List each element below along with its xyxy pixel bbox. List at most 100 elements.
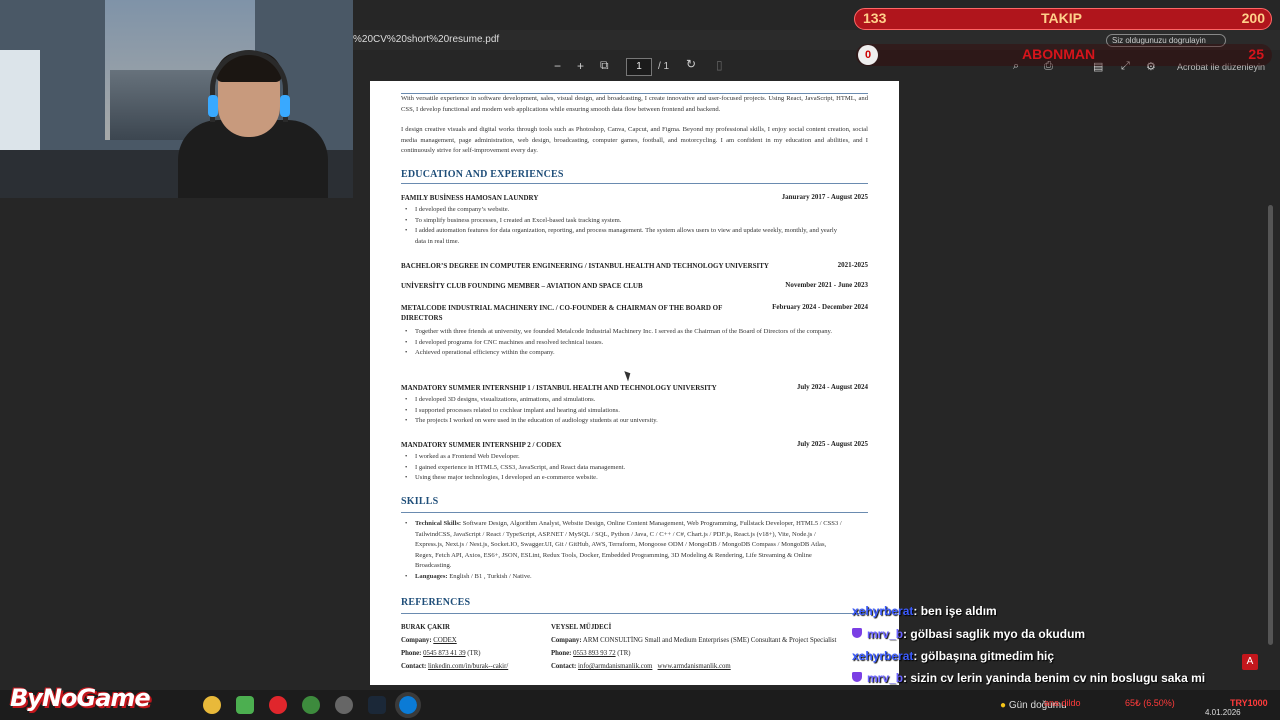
ref-label: Company: <box>401 637 432 644</box>
follow-current: 133 <box>863 10 887 26</box>
skill-value: Software Design, Algorithm Analyst, Webs… <box>415 520 842 569</box>
chat-username: xehyrberat <box>852 604 914 618</box>
skill-label: Languages: <box>415 572 448 580</box>
follow-goal: 200 <box>1241 10 1265 26</box>
list-item: The projects I worked on were used in th… <box>405 416 845 427</box>
date-text: 4.01.2026 <box>1205 708 1241 717</box>
obs-icon[interactable] <box>335 696 353 714</box>
list-item: I supported processes related to cochlea… <box>405 406 845 417</box>
entry-title: BACHELOR’S DEGREE IN COMPUTER ENGINEERIN… <box>401 262 769 270</box>
sub-badge-icon <box>852 672 862 682</box>
zoom-out-button[interactable]: − <box>554 59 561 73</box>
section-heading-references: REFERENCES <box>401 597 471 608</box>
follow-label: TAKIP <box>1041 10 1082 26</box>
store-icon[interactable] <box>236 696 254 714</box>
chat-username: mrv_b <box>867 671 904 685</box>
reference-2: VEYSEL MÜJDECİ Company: ARM CONSULTİNG S… <box>551 621 896 673</box>
intro-paragraph-2: I design creative visuals and digital wo… <box>401 126 868 154</box>
edge-icon[interactable] <box>395 692 421 718</box>
entry-bullets: I worked as a Frontend Web Developer. I … <box>405 452 845 484</box>
sub-current: 0 <box>858 45 878 65</box>
entry-date: 2021-2025 <box>837 261 868 269</box>
list-item: Achieved operational efficiency within t… <box>405 348 845 359</box>
list-item: Technical Skills: Software Design, Algor… <box>405 519 845 572</box>
acrobat-icon[interactable]: A <box>1242 654 1258 670</box>
bynogame-logo: ByNoGame <box>10 684 151 712</box>
entry-date: July 2025 - August 2025 <box>796 440 868 448</box>
webcam-overlay <box>0 0 353 198</box>
ref-phone-suffix: (TR) <box>467 650 481 657</box>
two-page-icon[interactable]: ▯ <box>716 58 723 72</box>
chat-username: mrv_b <box>867 627 904 641</box>
divider <box>401 512 868 513</box>
ref-name: BURAK ÇAKIR <box>401 624 450 631</box>
ref-phone-link[interactable]: 0545 873 41 39 <box>423 650 465 657</box>
chrome-profile-icon[interactable] <box>302 696 320 714</box>
page-number-input[interactable]: 1 <box>626 58 652 76</box>
chat-message: xehyrberat: ben işe aldım <box>852 604 997 618</box>
chrome-icon[interactable] <box>203 696 221 714</box>
entry-date: November 2021 - June 2023 <box>785 281 868 289</box>
follow-goal-bar: 133 TAKIP 200 <box>854 8 1272 30</box>
list-item: I added automation features for data org… <box>405 226 845 247</box>
chat-username: xehyrberat <box>852 649 914 663</box>
entry-title: MANDATORY SUMMER INTERNSHIP 2 / CODEX <box>401 441 562 449</box>
pdf-page: With versatile experience in software de… <box>370 81 899 685</box>
list-item: I gained experience in HTML5, CSS3, Java… <box>405 463 845 474</box>
ref-contact-link[interactable]: linkedin.com/in/burak--cakir/ <box>428 663 508 670</box>
chat-message: mrv_b: sizin cv lerin yaninda benim cv n… <box>852 671 1205 685</box>
divider <box>401 183 868 184</box>
ref-label: Contact: <box>401 663 427 670</box>
entry-date: July 2024 - August 2024 <box>796 383 868 391</box>
list-item: I developed the company’s website. <box>405 205 845 216</box>
ref-name: VEYSEL MÜJDECİ <box>551 624 612 631</box>
list-item: I developed 3D designs, visualizations, … <box>405 395 845 406</box>
chat-message: xehyrberat: gölbaşına gitmedim hiç <box>852 649 1054 663</box>
entry-date: Janurary 2017 - August 2025 <box>781 193 868 201</box>
ref-phone-suffix: (TR) <box>617 650 631 657</box>
entry-title: FAMILY BUSİNESS HAMOSAN LAUNDRY <box>401 194 539 202</box>
taskbar-clock[interactable]: 4.01.2026 <box>1205 697 1241 718</box>
opera-icon[interactable] <box>269 696 287 714</box>
chat-text: : sizin cv lerin yaninda benim cv nin bo… <box>903 671 1206 685</box>
list-item: To simplify business processes, I create… <box>405 216 845 227</box>
entry-date: February 2024 - December 2024 <box>772 303 868 311</box>
fit-page-icon[interactable]: ⧉ <box>600 58 609 73</box>
ref-company-link[interactable]: CODEX <box>433 637 456 644</box>
sub-label: ABONMAN <box>1022 46 1096 62</box>
headset-ear-left <box>208 95 218 117</box>
rotate-icon[interactable]: ↻ <box>686 57 696 71</box>
donation-amount: 65₺ (6.50%) <box>1125 698 1175 708</box>
section-heading-skills: SKILLS <box>401 496 439 507</box>
ref-label: Phone: <box>401 650 422 657</box>
sub-goal-bar: 0 ABONMAN 25 <box>856 44 1272 66</box>
intro-paragraph-1: With versatile experience in software de… <box>401 95 868 113</box>
tab-url[interactable]: %20CV%20short%20resume.pdf <box>353 34 499 45</box>
entry-title: UNİVERSİTY CLUB FOUNDING MEMBER – AVIATI… <box>401 282 643 290</box>
ref-phone-link[interactable]: 0553 893 93 72 <box>573 650 615 657</box>
entry-title: METALCODE INDUSTRIAL MACHINERY INC. / CO… <box>401 304 723 322</box>
chat-text: : gölbasi saglik myo da okudum <box>903 627 1086 641</box>
section-heading-education: EDUCATION AND EXPERIENCES <box>401 169 564 180</box>
steam-icon[interactable] <box>368 696 386 714</box>
donor-name: ana dildo <box>1044 698 1081 708</box>
sub-badge-icon <box>852 628 862 638</box>
entry-title: MANDATORY SUMMER INTERNSHIP 1 / ISTANBUL… <box>401 384 717 392</box>
ref-label: Company: <box>551 637 582 644</box>
ref-company: ARM CONSULTİNG Small and Medium Enterpri… <box>582 637 837 644</box>
list-item: I developed programs for CNC machines an… <box>405 338 845 349</box>
skills-list: Technical Skills: Software Design, Algor… <box>405 519 845 582</box>
sub-goal: 25 <box>1248 46 1264 62</box>
zoom-in-button[interactable]: + <box>577 59 584 73</box>
ref-label: Phone: <box>551 650 572 657</box>
skill-value: English / B1 , Turkish / Native. <box>449 572 532 580</box>
chat-text: : gölbaşına gitmedim hiç <box>913 649 1055 663</box>
skill-label: Technical Skills: <box>415 520 462 527</box>
headset-icon <box>210 50 288 122</box>
ref-email-link[interactable]: info@armdanismanlik.com <box>578 663 652 670</box>
scrollbar[interactable] <box>1268 205 1273 645</box>
ref-website-link[interactable]: www.armdanismanlik.com <box>658 663 731 670</box>
headset-ear-right <box>280 95 290 117</box>
page-total: / 1 <box>658 61 670 72</box>
entry-bullets: Together with three friends at universit… <box>405 327 845 359</box>
